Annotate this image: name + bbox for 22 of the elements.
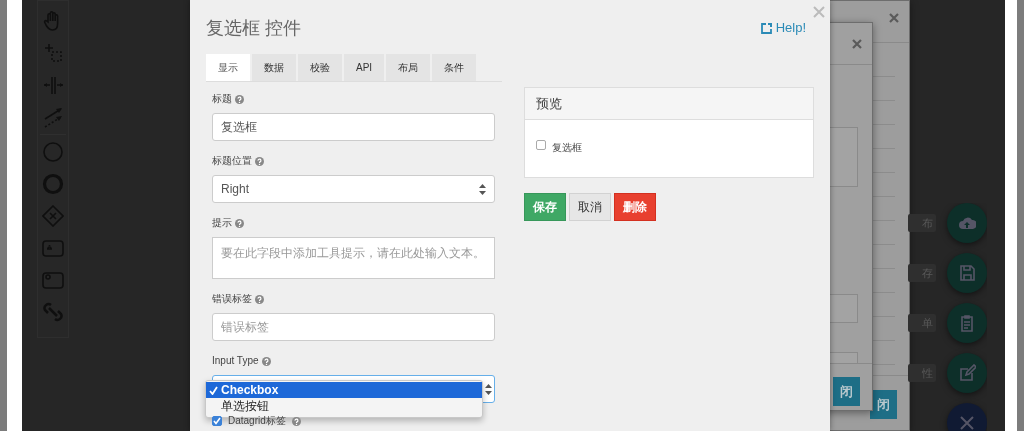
dropdown-option[interactable]: 单选按钮 (206, 398, 482, 414)
tab[interactable]: API (344, 54, 385, 81)
tab[interactable]: 条件 (432, 54, 477, 81)
select-field[interactable]: Right (212, 175, 495, 203)
tab[interactable]: 校验 (298, 54, 342, 81)
dropdown-option[interactable]: Checkbox (206, 382, 482, 398)
checkbox-label: 复选框 (552, 141, 582, 155)
cancel-button[interactable]: 取消 (569, 193, 611, 221)
field-label: 提示 (212, 216, 232, 230)
field-label: 标题 (212, 92, 232, 106)
checkbox-label: Datagrid标签 (228, 414, 286, 428)
input-field[interactable]: 复选框 (212, 113, 495, 141)
tab[interactable]: 布局 (386, 54, 431, 81)
panel-title: 预览 (525, 88, 813, 120)
delete-button[interactable]: 删除 (614, 193, 656, 221)
field-label: 标题位置 (212, 154, 252, 168)
help-link[interactable]: Help! (759, 20, 806, 35)
field-label: Input Type (212, 354, 259, 368)
tab[interactable]: 显示 (206, 54, 250, 81)
tab[interactable]: 数据 (252, 54, 296, 81)
field-label: 错误标签 (212, 292, 252, 306)
dialog-title: 复选框 控件 (206, 16, 302, 40)
